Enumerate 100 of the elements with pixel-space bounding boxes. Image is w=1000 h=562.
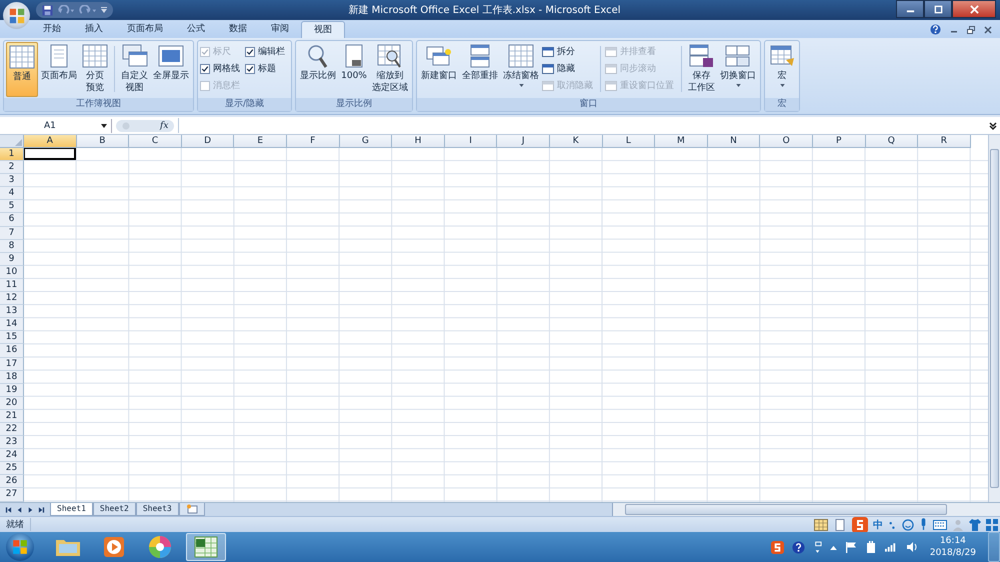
row-header[interactable]: 23 <box>0 436 24 450</box>
start-button[interactable] <box>6 533 34 561</box>
row-header[interactable]: 13 <box>0 305 24 318</box>
keyboard-icon[interactable] <box>933 520 947 530</box>
column-header[interactable]: H <box>392 135 445 148</box>
row-header[interactable]: 6 <box>0 213 24 227</box>
taskbar-button[interactable] <box>186 533 226 561</box>
vertical-scrollbar[interactable] <box>988 135 1000 502</box>
expand-icon[interactable] <box>988 120 998 130</box>
ribbon-tab[interactable]: 公式 <box>175 21 217 38</box>
next-sheet-icon[interactable] <box>27 506 34 514</box>
ribbon-button[interactable]: 自定义 视图 <box>119 42 150 97</box>
column-header[interactable]: A <box>24 135 77 148</box>
column-header[interactable]: Q <box>866 135 918 148</box>
row-header[interactable]: 21 <box>0 410 24 423</box>
column-header[interactable]: N <box>708 135 760 148</box>
ribbon-button[interactable]: 100% <box>339 42 369 97</box>
column-header[interactable]: R <box>918 135 971 148</box>
column-header[interactable]: L <box>602 135 656 148</box>
row-header[interactable]: 26 <box>0 475 24 488</box>
sheet-tab[interactable]: Sheet2 <box>92 503 136 516</box>
close-icon[interactable] <box>984 26 992 34</box>
sogou-icon[interactable] <box>852 516 868 532</box>
ribbon-button[interactable]: 拆分 <box>542 44 596 59</box>
flag-icon[interactable] <box>844 541 857 553</box>
row-header[interactable]: 8 <box>0 240 24 253</box>
ribbon-button[interactable]: 全屏显示 <box>151 42 191 97</box>
speaker-icon[interactable] <box>906 541 918 553</box>
ribbon-button[interactable]: 隐藏 <box>542 61 596 76</box>
ribbon-button[interactable]: 普通 <box>6 42 38 97</box>
ime-mode-button[interactable]: 中 <box>873 518 883 532</box>
ribbon-button[interactable]: 全部重排 <box>460 42 500 97</box>
column-header[interactable]: K <box>550 135 603 148</box>
office-button[interactable] <box>3 2 30 29</box>
checkbox-box[interactable] <box>245 46 255 56</box>
power-icon[interactable] <box>864 541 877 553</box>
ribbon-button[interactable]: 冻结窗格 <box>501 42 541 97</box>
ribbon-button[interactable]: 显示比例 <box>298 42 338 97</box>
column-header[interactable]: F <box>286 135 340 148</box>
ribbon-button[interactable]: 分页 预览 <box>80 42 110 97</box>
row-header[interactable]: 18 <box>0 370 24 384</box>
shirt-icon[interactable] <box>969 518 981 530</box>
row-header[interactable]: 11 <box>0 278 24 292</box>
horizontal-scrollbar[interactable] <box>612 503 1000 516</box>
smiley-icon[interactable] <box>902 518 914 530</box>
network-tray-icon[interactable] <box>812 540 822 554</box>
sogou-tray-icon[interactable] <box>770 540 784 554</box>
column-header[interactable]: C <box>129 135 182 148</box>
row-header[interactable]: 15 <box>0 331 24 344</box>
row-header[interactable]: 12 <box>0 292 24 306</box>
save-icon[interactable] <box>42 4 53 16</box>
customize-icon[interactable] <box>101 7 107 13</box>
ribbon-button[interactable]: 缩放到 选定区域 <box>370 42 410 97</box>
column-header[interactable]: E <box>234 135 287 148</box>
last-sheet-icon[interactable] <box>38 506 45 514</box>
help-tray-icon[interactable] <box>792 540 805 554</box>
row-header[interactable]: 19 <box>0 384 24 397</box>
minimize-button[interactable] <box>896 0 924 18</box>
column-header[interactable]: I <box>444 135 498 148</box>
column-header[interactable]: J <box>497 135 550 148</box>
first-sheet-icon[interactable] <box>5 506 12 514</box>
page-layout-icon[interactable] <box>833 518 847 530</box>
row-header[interactable]: 4 <box>0 187 24 200</box>
row-header[interactable]: 9 <box>0 252 24 266</box>
ribbon-tab[interactable]: 插入 <box>73 21 115 38</box>
row-header[interactable]: 25 <box>0 462 24 476</box>
microphone-icon[interactable] <box>919 518 928 531</box>
row-header[interactable]: 1 <box>0 148 24 162</box>
sheet-tab[interactable]: Sheet3 <box>136 503 179 516</box>
help-icon[interactable] <box>930 24 941 35</box>
normal-view-icon[interactable] <box>814 518 828 530</box>
active-cell[interactable] <box>24 148 76 160</box>
row-header[interactable]: 7 <box>0 226 24 240</box>
grid-menu-icon[interactable] <box>986 518 998 530</box>
row-header[interactable]: 22 <box>0 422 24 436</box>
show-hidden-icon[interactable] <box>830 544 837 550</box>
row-header[interactable]: 27 <box>0 488 24 502</box>
ribbon-button[interactable]: 保存 工作区 <box>686 42 717 97</box>
row-header[interactable]: 2 <box>0 161 24 174</box>
row-header[interactable]: 10 <box>0 266 24 279</box>
row-header[interactable]: 17 <box>0 358 24 371</box>
restore-icon[interactable] <box>967 26 975 34</box>
maximize-button[interactable] <box>924 0 952 18</box>
previous-sheet-icon[interactable] <box>16 506 23 514</box>
checkbox-box[interactable] <box>245 64 255 74</box>
column-header[interactable]: D <box>182 135 234 148</box>
ribbon-button[interactable]: 宏 <box>767 42 797 97</box>
column-header[interactable]: P <box>812 135 866 148</box>
close-button[interactable] <box>952 0 996 18</box>
row-header[interactable]: 20 <box>0 396 24 410</box>
ribbon-button[interactable]: 页面布局 <box>39 42 79 97</box>
column-header[interactable]: G <box>340 135 392 148</box>
insert-sheet-tab[interactable] <box>178 503 205 516</box>
row-header[interactable]: 14 <box>0 318 24 332</box>
insert-function-button[interactable]: fx <box>160 120 168 130</box>
ribbon-button[interactable]: 新建窗口 <box>419 42 459 97</box>
ribbon-tab[interactable]: 页面布局 <box>115 21 175 38</box>
column-header[interactable]: O <box>760 135 813 148</box>
ribbon-button[interactable]: 切换窗口 <box>718 42 758 97</box>
sheet-tab[interactable]: Sheet1 <box>50 503 93 516</box>
